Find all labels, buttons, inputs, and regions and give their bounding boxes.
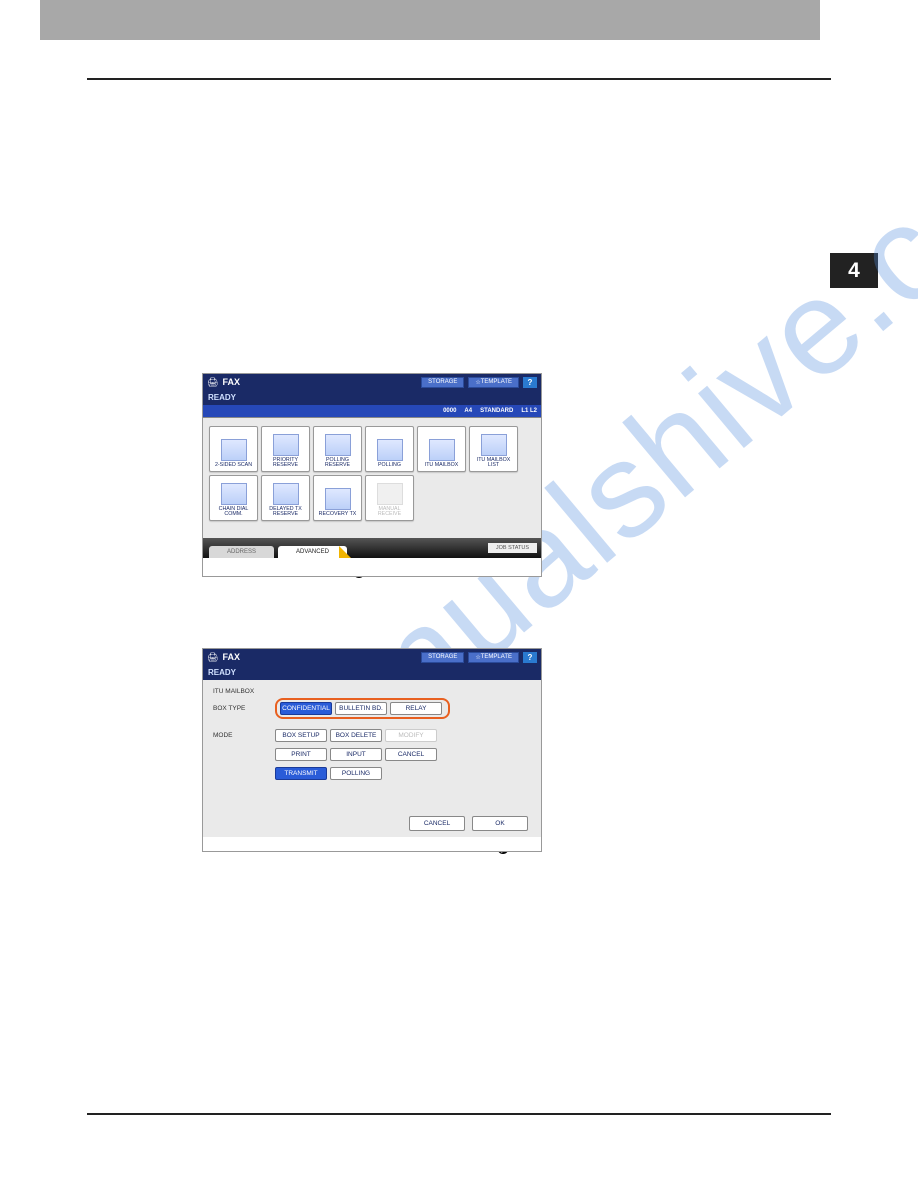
- btn-polling[interactable]: POLLING: [330, 767, 382, 780]
- template-label: TEMPLATE: [481, 379, 512, 385]
- label: CHAIN DIAL COMM.: [211, 507, 256, 518]
- info-res: STANDARD: [480, 408, 513, 414]
- fax-icon: 🖨: [207, 652, 218, 663]
- row-mode-2: PRINT INPUT CANCEL: [213, 748, 531, 761]
- btn-itu-mailbox[interactable]: ITU MAILBOX: [417, 426, 466, 472]
- btn-recovery-tx[interactable]: RECOVERY TX: [313, 475, 362, 521]
- btn-cancel-mode[interactable]: CANCEL: [385, 748, 437, 761]
- status-bar: READY: [203, 665, 541, 680]
- btn-relay[interactable]: RELAY: [390, 702, 442, 715]
- label: POLLING: [378, 463, 401, 469]
- btn-priority-reserve[interactable]: PRIORITY RESERVE: [261, 426, 310, 472]
- titlebar: 🖨 FAX STORAGE ☆ TEMPLATE ?: [203, 374, 541, 390]
- btn-2sided-scan[interactable]: 2-SIDED SCAN: [209, 426, 258, 472]
- header-bar: [40, 0, 820, 40]
- dialog-cancel-button[interactable]: CANCEL: [409, 816, 465, 831]
- btn-delayed-tx[interactable]: DELAYED TX RESERVE: [261, 475, 310, 521]
- btn-box-setup[interactable]: BOX SETUP: [275, 729, 327, 742]
- label: DELAYED TX RESERVE: [263, 507, 308, 518]
- panel-body: ITU MAILBOX BOX TYPE CONFIDENTIAL BULLET…: [203, 680, 541, 837]
- row-mode-3: TRANSMIT POLLING: [213, 767, 531, 780]
- rule-bottom: [87, 1113, 831, 1115]
- row-boxtype: BOX TYPE CONFIDENTIAL BULLETIN BD. RELAY: [213, 698, 531, 719]
- btn-polling-reserve[interactable]: POLLING RESERVE: [313, 426, 362, 472]
- label: ITU MAILBOX: [425, 463, 459, 469]
- screenshot-itu-mailbox: 🖨 FAX STORAGE ☆ TEMPLATE ? READY ITU MAI…: [202, 648, 542, 852]
- btn-print[interactable]: PRINT: [275, 748, 327, 761]
- row-mode-1: MODE BOX SETUP BOX DELETE MODIFY: [213, 729, 531, 742]
- btn-input[interactable]: INPUT: [330, 748, 382, 761]
- label: 2-SIDED SCAN: [215, 463, 252, 469]
- label: RECOVERY TX: [319, 512, 357, 518]
- icon-grid: 2-SIDED SCAN PRIORITY RESERVE POLLING RE…: [209, 426, 535, 521]
- storage-button[interactable]: STORAGE: [421, 652, 464, 663]
- template-label: TEMPLATE: [481, 654, 512, 660]
- title: FAX: [222, 377, 240, 387]
- fax-icon: 🖨: [207, 377, 218, 388]
- btn-bulletin[interactable]: BULLETIN BD.: [335, 702, 387, 715]
- status-bar: READY: [203, 390, 541, 405]
- btn-polling[interactable]: POLLING: [365, 426, 414, 472]
- panel-body: 2-SIDED SCAN PRIORITY RESERVE POLLING RE…: [203, 418, 541, 558]
- label: POLLING RESERVE: [315, 458, 360, 469]
- boxtype-highlight: CONFIDENTIAL BULLETIN BD. RELAY: [275, 698, 450, 719]
- boxtype-label: BOX TYPE: [213, 705, 275, 712]
- job-status-button[interactable]: JOB STATUS: [488, 543, 537, 553]
- section-title: ITU MAILBOX: [213, 688, 531, 695]
- tabstrip: ADDRESS ADVANCED JOB STATUS: [203, 538, 541, 558]
- label: PRIORITY RESERVE: [263, 458, 308, 469]
- btn-itu-mailbox-list[interactable]: ITU MAILBOX LIST: [469, 426, 518, 472]
- tab-address[interactable]: ADDRESS: [209, 546, 274, 558]
- dialog-ok-button[interactable]: OK: [472, 816, 528, 831]
- label: MANUAL RECEIVE: [367, 507, 412, 518]
- info-line: L1 L2: [521, 408, 537, 414]
- chapter-tab: 4: [830, 253, 878, 288]
- rule-top: [87, 78, 831, 80]
- btn-modify[interactable]: MODIFY: [385, 729, 437, 742]
- btn-box-delete[interactable]: BOX DELETE: [330, 729, 382, 742]
- btn-manual-receive[interactable]: MANUAL RECEIVE: [365, 475, 414, 521]
- screenshot-advanced: 🖨 FAX STORAGE ☆ TEMPLATE ? READY 0000 A4…: [202, 373, 542, 577]
- help-button[interactable]: ?: [523, 377, 537, 388]
- label: ITU MAILBOX LIST: [471, 458, 516, 469]
- template-button[interactable]: ☆ TEMPLATE: [468, 652, 519, 663]
- btn-transmit[interactable]: TRANSMIT: [275, 767, 327, 780]
- help-button[interactable]: ?: [523, 652, 537, 663]
- template-button[interactable]: ☆ TEMPLATE: [468, 377, 519, 388]
- tab-advanced[interactable]: ADVANCED: [278, 546, 347, 558]
- info-code: 0000: [443, 408, 456, 414]
- titlebar: 🖨 FAX STORAGE ☆ TEMPLATE ?: [203, 649, 541, 665]
- btn-chain-dial[interactable]: CHAIN DIAL COMM.: [209, 475, 258, 521]
- btn-confidential[interactable]: CONFIDENTIAL: [280, 702, 332, 715]
- info-bar: 0000 A4 STANDARD L1 L2: [203, 405, 541, 418]
- ok-cancel-row: CANCEL OK: [409, 816, 531, 831]
- mode-label: MODE: [213, 732, 275, 739]
- storage-button[interactable]: STORAGE: [421, 377, 464, 388]
- info-size: A4: [464, 408, 472, 414]
- title: FAX: [222, 652, 240, 662]
